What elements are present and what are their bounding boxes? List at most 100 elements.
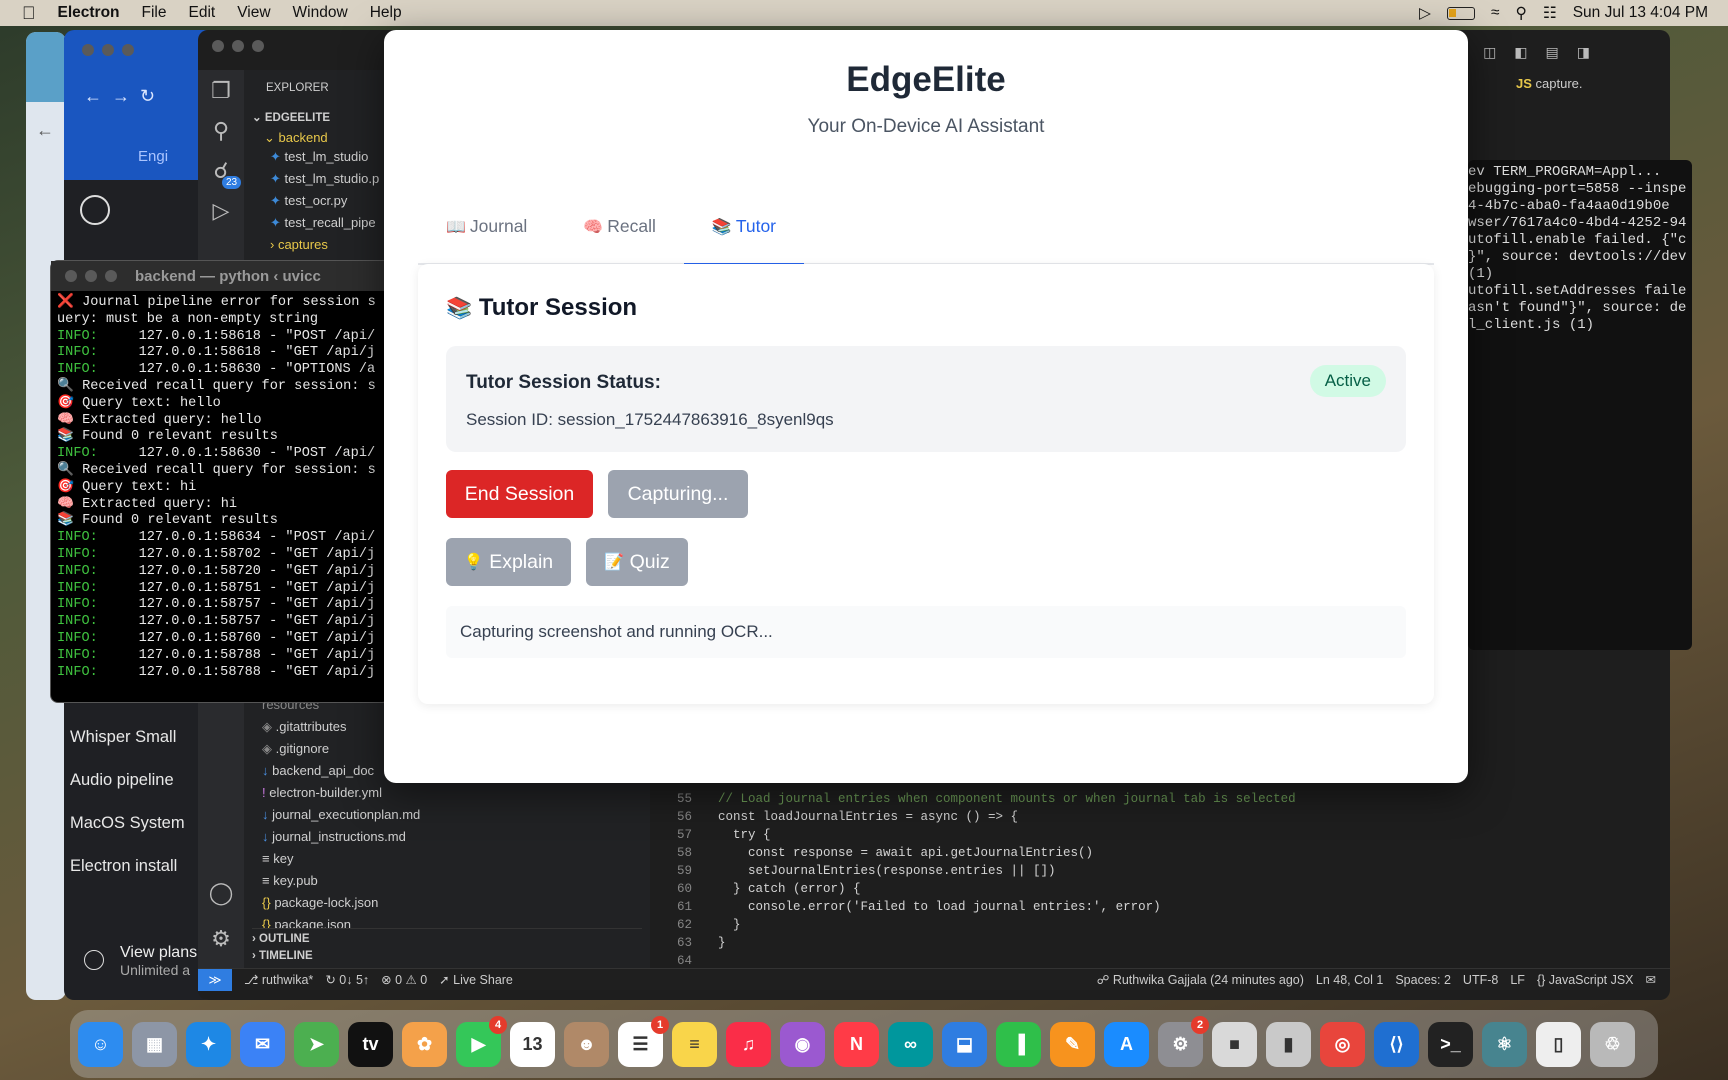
status-message: Capturing screenshot and running OCR... <box>446 606 1406 658</box>
search-icon[interactable]: ⚲ <box>1515 4 1526 23</box>
browser-tab[interactable]: Engi <box>64 140 214 180</box>
dock-photos-icon[interactable]: ✿ <box>402 1021 447 1067</box>
end-session-button[interactable]: End Session <box>446 470 593 518</box>
tab-recall[interactable]: 🧠 Recall <box>555 189 684 264</box>
project-root[interactable]: ⌄ EDGEELITE <box>252 110 330 124</box>
menu-edit[interactable]: Edit <box>189 4 216 22</box>
secondary-terminal[interactable]: ev TERM_PROGRAM=Appl... ebugging-port=585… <box>1468 160 1692 650</box>
encoding[interactable]: UTF-8 <box>1463 973 1498 987</box>
backend-terminal[interactable]: backend — python ‹ uvicc ❌ Journal pipel… <box>50 260 390 703</box>
dock-keynote-icon[interactable]: ⬓ <box>942 1021 987 1067</box>
chat-history-item[interactable]: Whisper Small <box>70 728 205 771</box>
dock-maps-icon[interactable]: ➤ <box>294 1021 339 1067</box>
dock-news-icon[interactable]: N <box>834 1021 879 1067</box>
dock-safari-icon[interactable]: ✦ <box>186 1021 231 1067</box>
capturing-button[interactable]: Capturing... <box>608 470 748 518</box>
language-mode[interactable]: {} JavaScript JSX <box>1537 973 1634 987</box>
dock-glyph: A <box>1120 1033 1133 1054</box>
dock-system-settings-icon[interactable]: ⚙ 2 <box>1158 1015 1209 1067</box>
file-item[interactable]: ✦ test_recall_pipe <box>270 212 379 234</box>
battery-icon[interactable] <box>1446 6 1475 20</box>
explain-button[interactable]: 💡 Explain <box>446 538 571 586</box>
dock-glyph: 13 <box>522 1033 543 1054</box>
problems-indicator[interactable]: ⊗ 0 ⚠ 0 <box>381 972 427 987</box>
layout-icons[interactable]: ◫ ◧ ▤ ◨ <box>1483 44 1590 61</box>
indentation[interactable]: Spaces: 2 <box>1395 973 1451 987</box>
file-item[interactable]: {} package.json <box>262 914 420 928</box>
chat-history-item[interactable]: MacOS System <box>70 814 205 857</box>
quiz-button[interactable]: 📝 Quiz <box>586 538 688 586</box>
dock-xcode-like-icon[interactable]: ▮ <box>1266 1021 1311 1067</box>
run-debug-icon[interactable]: ▷ <box>198 198 244 224</box>
editor-tab[interactable]: JS capture. <box>1516 76 1583 91</box>
dock-electron-icon[interactable]: ⚛ <box>1482 1021 1527 1067</box>
file-item[interactable]: ✦ test_lm_studio <box>270 146 379 168</box>
dock-glyph: ✦ <box>200 1033 217 1054</box>
dock-calendar-icon[interactable]: 13 <box>510 1021 555 1067</box>
file-item[interactable]: {} package-lock.json <box>262 892 420 914</box>
terminal-line: (1) <box>1468 266 1494 282</box>
menu-app-name[interactable]: Electron <box>58 4 120 22</box>
dock-launchpad-icon[interactable]: ▦ <box>132 1021 177 1067</box>
dock-badge: 2 <box>1191 1015 1209 1034</box>
line-ending[interactable]: LF <box>1510 973 1525 987</box>
search-icon[interactable]: ⚲ <box>198 118 244 144</box>
folder-backend[interactable]: ⌄ backend <box>264 130 328 146</box>
back-icon[interactable]: ← <box>36 120 54 141</box>
dock-tv-icon[interactable]: tv <box>348 1021 393 1067</box>
file-item[interactable]: ✦ test_lm_studio.p <box>270 168 379 190</box>
dock-music-icon[interactable]: ♫ <box>726 1021 771 1067</box>
dock-arduino-icon[interactable]: ∞ <box>888 1021 933 1067</box>
branch-indicator[interactable]: ⎇ ruthwika* <box>244 972 313 987</box>
settings-gear-icon[interactable]: ⚙ <box>198 926 244 952</box>
file-item[interactable]: ✦ test_ocr.py <box>270 190 379 212</box>
dock-reminders-icon[interactable]: ☰ 1 <box>618 1015 669 1067</box>
menu-file[interactable]: File <box>142 4 167 22</box>
menu-window[interactable]: Window <box>293 4 348 22</box>
wifi-icon[interactable]: ≈ <box>1491 4 1500 22</box>
dock-file-icon[interactable]: ▯ <box>1536 1021 1581 1067</box>
dock-pages-icon[interactable]: ✎ <box>1050 1021 1095 1067</box>
notifications-icon[interactable]: ✉ <box>1646 972 1656 987</box>
dock-podcasts-icon[interactable]: ◉ <box>780 1021 825 1067</box>
outline-section[interactable]: › OUTLINE <box>252 928 642 945</box>
folder-captures[interactable]: › captures <box>270 234 379 256</box>
chat-history-item[interactable]: Electron install <box>70 857 205 900</box>
nav-back-icon[interactable]: ← → ↻ <box>84 86 155 107</box>
dock-mail-icon[interactable]: ✉ <box>240 1021 285 1067</box>
menu-datetime[interactable]: Sun Jul 13 4:04 PM <box>1573 4 1708 22</box>
menu-view[interactable]: View <box>237 4 270 22</box>
file-item[interactable]: ≡ key.pub <box>262 870 420 892</box>
cursor-position[interactable]: Ln 48, Col 1 <box>1316 973 1383 987</box>
git-blame[interactable]: ☍ Ruthwika Gajjala (24 minutes ago) <box>1097 972 1304 987</box>
live-share-button[interactable]: ➚ Live Share <box>439 972 513 987</box>
timeline-section[interactable]: › TIMELINE <box>252 950 313 962</box>
files-icon[interactable]: ❐ <box>198 78 244 104</box>
dock-roblox-icon[interactable]: ■ <box>1212 1021 1257 1067</box>
chat-history-item[interactable]: Audio pipeline <box>70 771 205 814</box>
file-item[interactable]: ↓ journal_executionplan.md <box>262 804 420 826</box>
tab-tutor[interactable]: 📚 Tutor <box>683 189 805 266</box>
apple-menu-icon[interactable]:  <box>22 3 36 24</box>
view-plans[interactable]: View plans Unlimited a <box>84 944 204 978</box>
file-item[interactable]: ↓ journal_instructions.md <box>262 826 420 848</box>
dock-contacts-icon[interactable]: ☻ <box>564 1021 609 1067</box>
dock-facetime-icon[interactable]: ▶ 4 <box>456 1015 507 1067</box>
menu-help[interactable]: Help <box>370 4 402 22</box>
dock-chrome-icon[interactable]: ◎ <box>1320 1021 1365 1067</box>
dock-finder-icon[interactable]: ☺ <box>78 1021 123 1067</box>
control-center-icon[interactable]: ☷ <box>1543 4 1557 23</box>
openai-icon[interactable] <box>80 195 110 225</box>
dock-app-store-icon[interactable]: A <box>1104 1021 1149 1067</box>
tab-journal[interactable]: 📖 Journal <box>418 189 555 264</box>
dock-vscode-icon[interactable]: ⟨⟩ <box>1374 1021 1419 1067</box>
dock-terminal-icon[interactable]: >_ <box>1428 1021 1473 1067</box>
sync-indicator[interactable]: ↻ 0↓ 5↑ <box>325 972 369 987</box>
dock-trash-icon[interactable]: ♲ <box>1590 1021 1635 1067</box>
file-item[interactable]: ≡ key <box>262 848 420 870</box>
dock-numbers-icon[interactable]: ▐ <box>996 1021 1041 1067</box>
file-item[interactable]: ! electron-builder.yml <box>262 782 420 804</box>
play-icon[interactable]: ▷ <box>1419 4 1431 23</box>
dock-notes-icon[interactable]: ≡ <box>672 1021 717 1067</box>
source-control-icon[interactable]: ☌ 23 <box>198 158 244 189</box>
